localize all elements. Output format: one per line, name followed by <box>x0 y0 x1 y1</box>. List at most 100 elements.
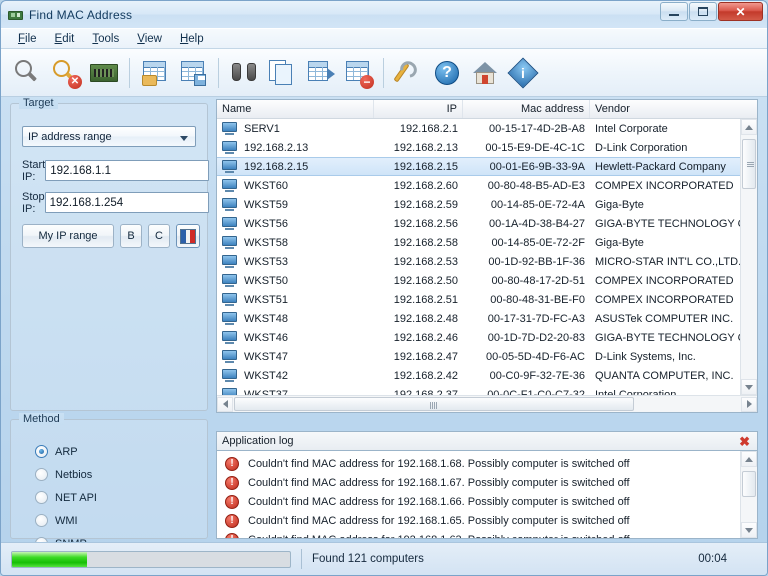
menu-item-view[interactable]: View <box>128 31 171 47</box>
status-separator <box>301 549 302 569</box>
table-row[interactable]: WKST53192.168.2.5300-1D-92-BB-1F-36MICRO… <box>217 252 740 271</box>
scroll-down-button[interactable] <box>741 379 757 395</box>
application-window: Find MAC Address ✕ File Edit Tools View … <box>0 0 768 576</box>
log-scroll-up-button[interactable] <box>741 451 757 467</box>
main-content: Target IP address range Start IP: Stop I… <box>1 97 767 542</box>
radio-label: NET API <box>55 492 97 504</box>
radio-netbios[interactable]: Netbios <box>35 463 97 486</box>
class-c-button[interactable]: C <box>148 224 170 248</box>
cell-ip: 192.168.2.58 <box>374 237 463 249</box>
computer-icon <box>222 141 237 154</box>
cell-name: WKST37 <box>217 388 374 395</box>
table-row[interactable]: WKST46192.168.2.4600-1D-7D-D2-20-83GIGA-… <box>217 328 740 347</box>
table-row[interactable]: WKST48192.168.2.4800-17-31-7D-FC-A3ASUST… <box>217 309 740 328</box>
status-message: Found 121 computers <box>312 553 424 565</box>
table-row[interactable]: WKST47192.168.2.4700-05-5D-4D-F6-ACD-Lin… <box>217 347 740 366</box>
menu-item-tools[interactable]: Tools <box>83 31 128 47</box>
scroll-right-button[interactable] <box>741 397 757 412</box>
export-button[interactable] <box>302 55 338 91</box>
scroll-left-button[interactable] <box>217 397 233 412</box>
cell-ip: 192.168.2.13 <box>374 142 463 154</box>
menu-item-edit[interactable]: Edit <box>46 31 84 47</box>
results-horizontal-scrollbar[interactable] <box>217 395 757 412</box>
column-header-vendor[interactable]: Vendor <box>590 100 757 118</box>
cell-name-text: WKST56 <box>244 218 288 230</box>
cell-name: WKST56 <box>217 217 374 230</box>
copy-button[interactable] <box>264 55 300 91</box>
cell-mac: 00-80-48-31-BE-F0 <box>463 294 590 306</box>
stop-ip-input[interactable] <box>45 192 209 213</box>
save-button[interactable] <box>175 55 211 91</box>
toolbar: ✕ − ? i <box>1 49 767 97</box>
find-button[interactable] <box>226 55 262 91</box>
delete-row-button[interactable]: − <box>340 55 376 91</box>
cell-mac: 00-14-85-0E-72-4A <box>463 199 590 211</box>
table-row[interactable]: WKST37192.168.2.3700-0C-F1-C0-C7-32Intel… <box>217 385 740 395</box>
radio-netapi[interactable]: NET API <box>35 486 97 509</box>
home-button[interactable] <box>467 55 503 91</box>
close-icon[interactable]: ✖ <box>737 435 752 448</box>
cell-vendor: Hewlett-Packard Company <box>590 161 740 173</box>
table-row[interactable]: WKST50192.168.2.5000-80-48-17-2D-51COMPE… <box>217 271 740 290</box>
cell-mac: 00-15-17-4D-2B-A8 <box>463 123 590 135</box>
flag-icon <box>180 229 196 244</box>
target-mode-dropdown[interactable]: IP address range <box>22 126 196 147</box>
radio-wmi[interactable]: WMI <box>35 509 97 532</box>
cell-vendor: MICRO-STAR INT'L CO.,LTD. <box>590 256 740 268</box>
table-row[interactable]: 192.168.2.13192.168.2.1300-15-E9-DE-4C-1… <box>217 138 740 157</box>
my-ip-range-button[interactable]: My IP range <box>22 224 114 248</box>
help-button[interactable]: ? <box>429 55 465 91</box>
maximize-button[interactable] <box>689 2 717 21</box>
cell-name-text: 192.168.2.13 <box>244 142 308 154</box>
table-row[interactable]: WKST60192.168.2.6000-80-48-B5-AD-E3COMPE… <box>217 176 740 195</box>
menu-item-file[interactable]: File <box>9 31 46 47</box>
start-ip-input[interactable] <box>45 160 209 181</box>
scroll-up-button[interactable] <box>741 119 757 135</box>
local-adapter-button[interactable] <box>86 55 122 91</box>
log-vertical-scrollbar[interactable] <box>740 451 757 538</box>
table-row[interactable]: SERV1192.168.2.100-15-17-4D-2B-A8Intel C… <box>217 119 740 138</box>
stop-search-button[interactable]: ✕ <box>48 55 84 91</box>
cell-vendor: Giga-Byte <box>590 199 740 211</box>
column-header-ip[interactable]: IP <box>374 100 463 118</box>
scroll-thumb[interactable] <box>742 139 756 189</box>
log-scroll-down-button[interactable] <box>741 522 757 538</box>
table-row[interactable]: WKST42192.168.2.4200-C0-9F-32-7E-36QUANT… <box>217 366 740 385</box>
radio-arp[interactable]: ARP <box>35 440 97 463</box>
about-button[interactable]: i <box>505 55 541 91</box>
close-button[interactable]: ✕ <box>718 2 763 21</box>
cell-vendor: GIGA-BYTE TECHNOLOGY CO <box>590 332 740 344</box>
cell-ip: 192.168.2.42 <box>374 370 463 382</box>
cell-name: WKST59 <box>217 198 374 211</box>
results-rows: SERV1192.168.2.100-15-17-4D-2B-A8Intel C… <box>217 119 740 395</box>
open-button[interactable] <box>137 55 173 91</box>
computer-icon <box>222 388 237 395</box>
target-group-label: Target <box>19 97 58 109</box>
table-row[interactable]: WKST56192.168.2.5600-1A-4D-38-B4-27GIGA-… <box>217 214 740 233</box>
column-header-mac[interactable]: Mac address <box>463 100 590 118</box>
table-row[interactable]: WKST59192.168.2.5900-14-85-0E-72-4AGiga-… <box>217 195 740 214</box>
menu-item-help[interactable]: Help <box>171 31 213 47</box>
column-header-name[interactable]: Name <box>217 100 374 118</box>
cell-vendor: COMPEX INCORPORATED <box>590 294 740 306</box>
table-row[interactable]: WKST51192.168.2.5100-80-48-31-BE-F0COMPE… <box>217 290 740 309</box>
table-row[interactable]: WKST58192.168.2.5800-14-85-0E-72-2FGiga-… <box>217 233 740 252</box>
cell-name: WKST58 <box>217 236 374 249</box>
right-panel: Name IP Mac address Vendor SERV1192.168.… <box>216 97 758 539</box>
results-header: Name IP Mac address Vendor <box>217 100 757 119</box>
log-scroll-thumb[interactable] <box>742 471 756 497</box>
country-flag-button[interactable] <box>176 224 200 248</box>
options-button[interactable] <box>391 55 427 91</box>
cell-name-text: SERV1 <box>244 123 280 135</box>
results-vertical-scrollbar[interactable] <box>740 119 757 395</box>
minimize-button[interactable] <box>660 2 688 21</box>
log-title-label: Application log <box>222 435 294 447</box>
cell-name-text: 192.168.2.15 <box>244 161 308 173</box>
menu-bar: File Edit Tools View Help <box>1 28 767 49</box>
start-search-button[interactable] <box>10 55 46 91</box>
class-b-button[interactable]: B <box>120 224 142 248</box>
table-row[interactable]: 192.168.2.15192.168.2.1500-01-E6-9B-33-9… <box>217 157 740 176</box>
hscroll-thumb[interactable] <box>234 397 634 411</box>
application-log-panel: Application log ✖ !Couldn't find MAC add… <box>216 431 758 539</box>
radio-icon <box>35 468 48 481</box>
